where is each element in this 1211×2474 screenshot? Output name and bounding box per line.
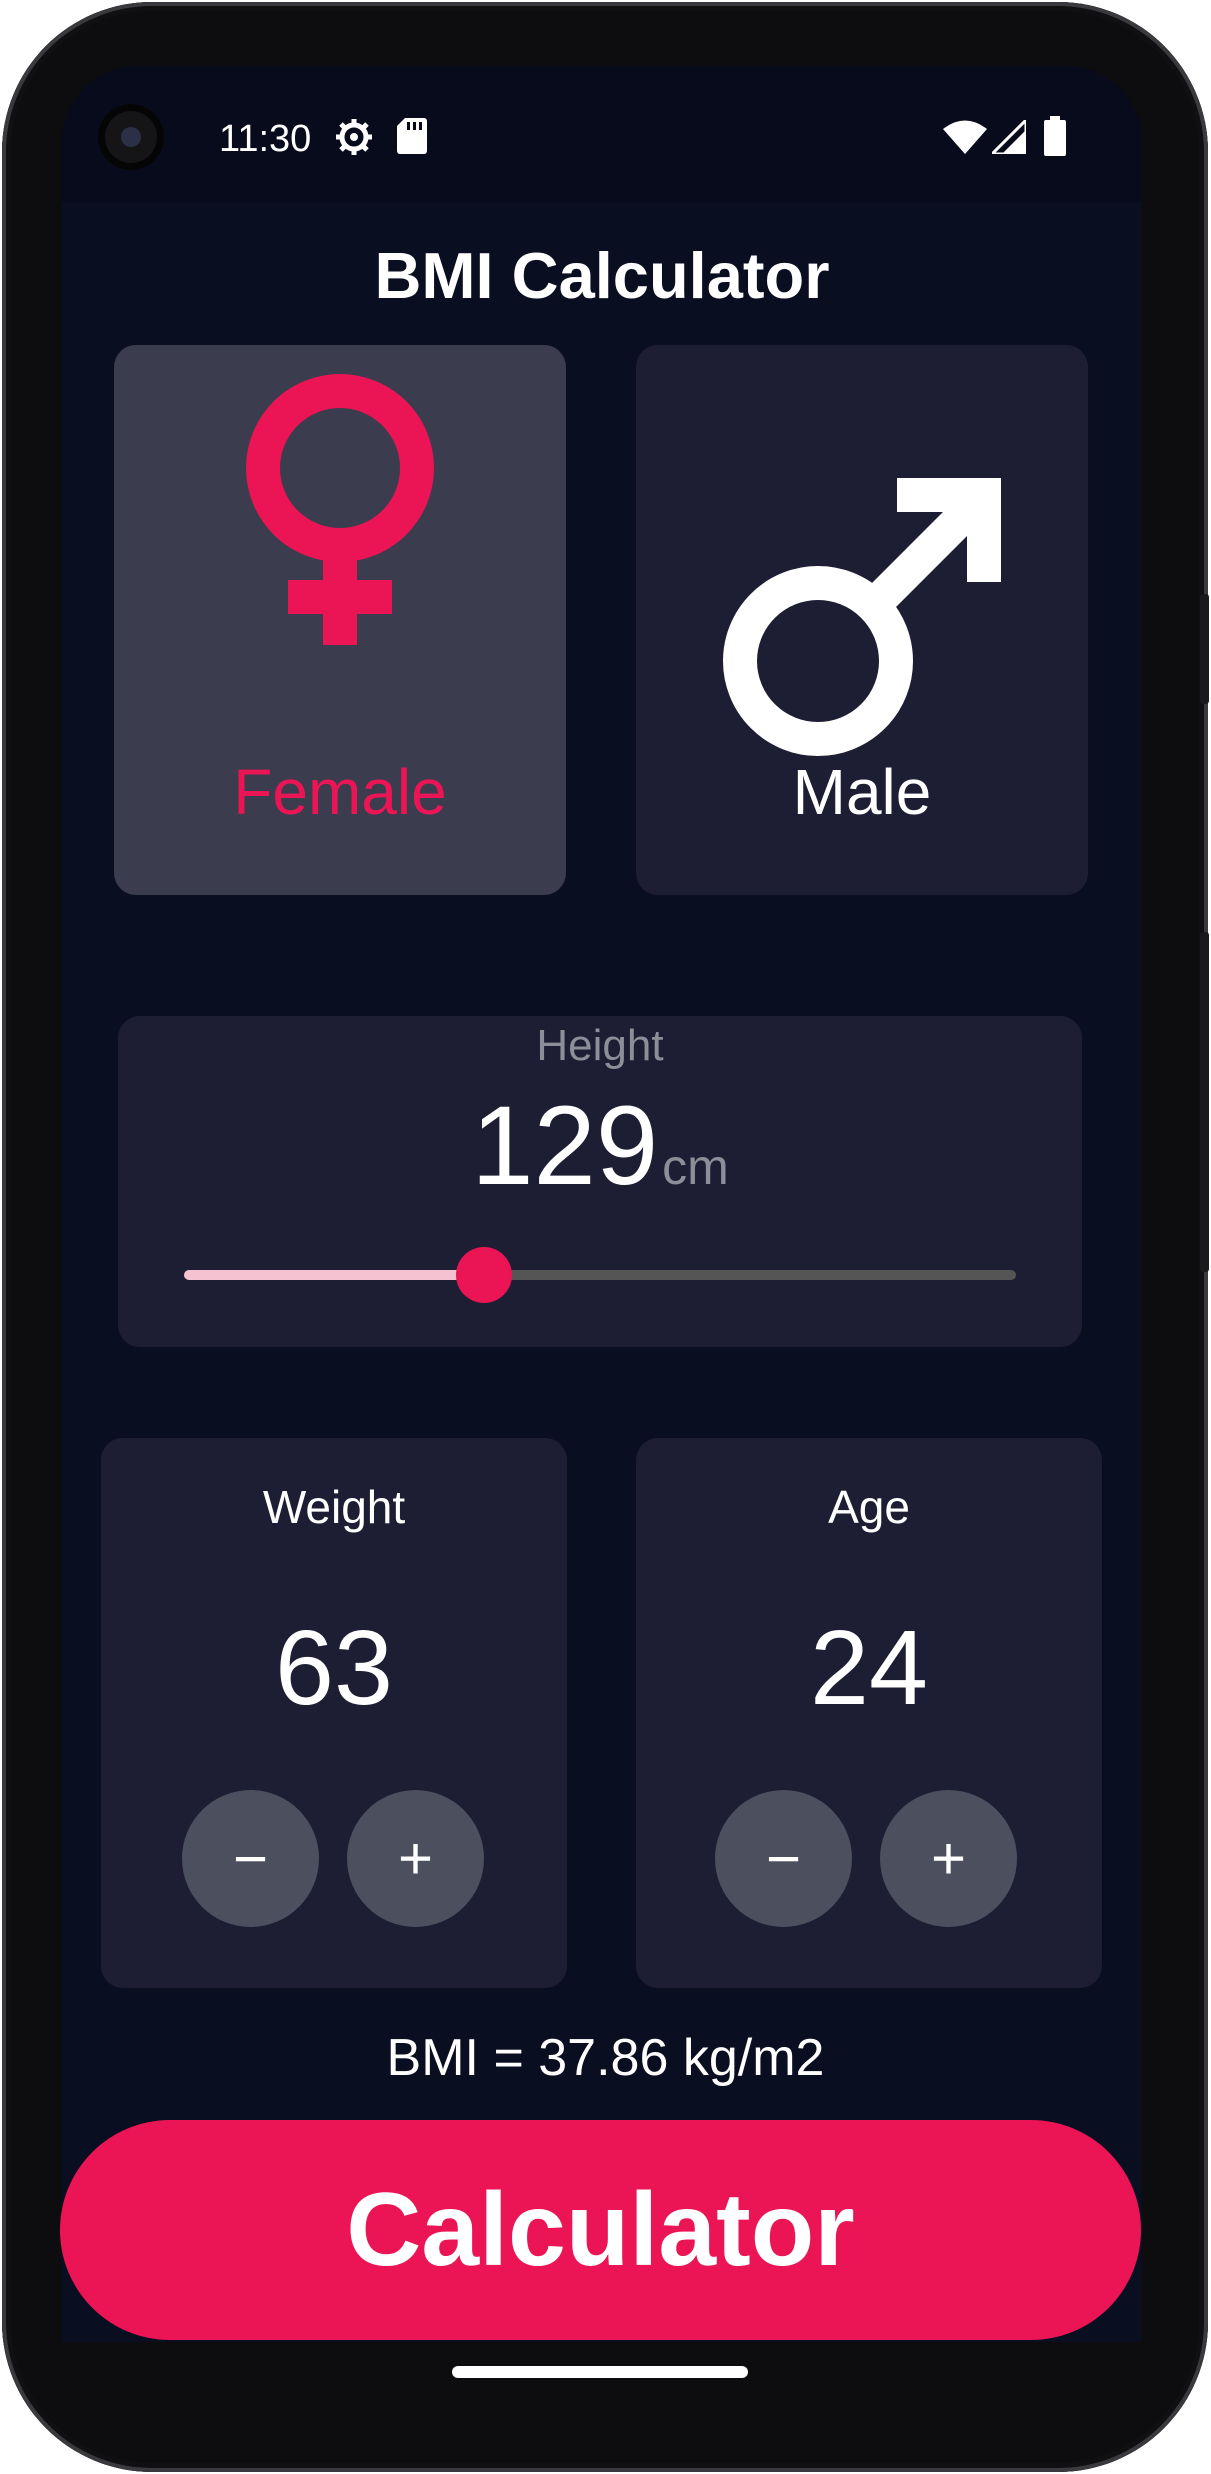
age-card: Age 24 − + xyxy=(636,1438,1102,1988)
battery-icon xyxy=(1044,116,1066,156)
power-button xyxy=(1200,594,1209,704)
height-number: 129 xyxy=(471,1083,659,1208)
status-time: 11:30 xyxy=(219,118,312,160)
bmi-result-text: BMI = 37.86 kg/m2 xyxy=(386,2029,825,2087)
male-icon xyxy=(723,478,1001,756)
weight-label: Weight xyxy=(262,1481,406,1533)
female-icon xyxy=(246,374,434,645)
height-value: 129cm xyxy=(118,1081,1082,1210)
age-label: Age xyxy=(828,1481,910,1533)
male-card[interactable]: Male xyxy=(636,345,1088,895)
app-title: BMI Calculator xyxy=(374,239,830,312)
weight-decrement-button[interactable]: − xyxy=(182,1790,319,1927)
weight-card: Weight 63 − + xyxy=(101,1438,567,1988)
age-value: 24 xyxy=(810,1609,928,1727)
calculate-button[interactable]: Calculator xyxy=(60,2120,1141,2340)
wifi-icon xyxy=(943,120,987,154)
female-label: Female xyxy=(233,756,447,828)
age-increment-button[interactable]: + xyxy=(880,1790,1017,1927)
height-card: Height 129cm xyxy=(118,1016,1082,1347)
sd-card-icon xyxy=(397,118,427,154)
home-indicator[interactable] xyxy=(452,2366,748,2378)
weight-value: 63 xyxy=(275,1609,393,1727)
height-slider-fill xyxy=(184,1270,484,1280)
height-label: Height xyxy=(536,1021,664,1070)
settings-gear-icon xyxy=(336,119,372,155)
male-label: Male xyxy=(792,756,932,828)
front-camera xyxy=(98,104,164,170)
female-card[interactable]: Female xyxy=(114,345,566,895)
cell-signal-icon xyxy=(992,120,1026,154)
height-slider[interactable] xyxy=(184,1270,1016,1280)
height-slider-thumb[interactable] xyxy=(455,1247,512,1303)
height-unit: cm xyxy=(662,1139,729,1195)
age-decrement-button[interactable]: − xyxy=(715,1790,852,1927)
weight-increment-button[interactable]: + xyxy=(347,1790,484,1927)
volume-button xyxy=(1200,932,1209,1272)
status-bar: 11:30 xyxy=(62,66,1142,202)
